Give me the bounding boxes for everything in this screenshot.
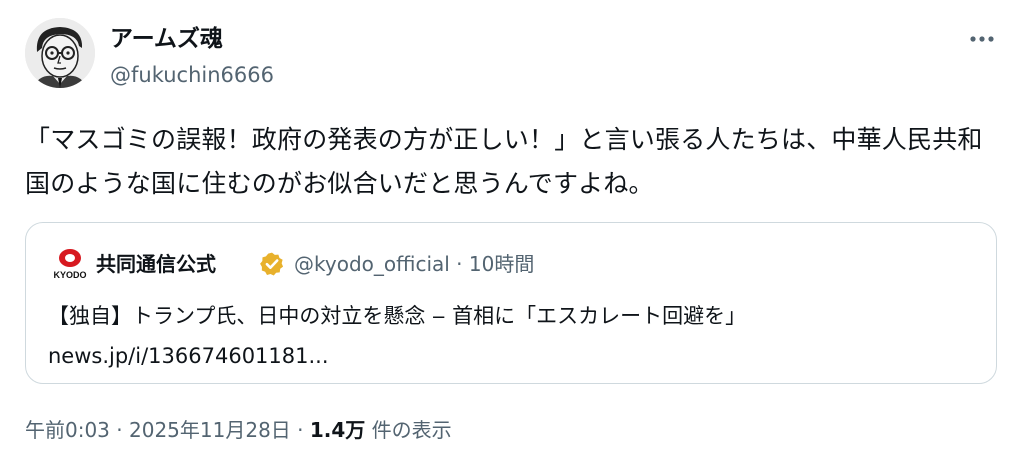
more-options-button[interactable]: [962, 25, 1002, 53]
quoted-post-text: 【独自】トランプ氏、日中の対立を懸念 ‒ 首相に「エスカレート回避を」 news…: [48, 296, 978, 376]
quoted-author-name[interactable]: 共同通信公式: [96, 251, 216, 277]
post-footer: 午前0:03 · 2025年11月28日 · 1.4万 件の表示: [25, 416, 452, 444]
footer-separator: ·: [116, 418, 123, 442]
quoted-author-handle[interactable]: @kyodo_official: [294, 252, 450, 276]
post-time[interactable]: 午前0:03: [25, 418, 110, 442]
views-count[interactable]: 1.4万: [310, 418, 365, 442]
quoted-post[interactable]: KYODO 共同通信公式 @kyodo_official · 10時間 【独自】…: [25, 222, 997, 384]
quoted-link[interactable]: news.jp/i/136674601181...: [48, 336, 978, 376]
author-handle[interactable]: @fukuchin6666: [110, 62, 274, 88]
post-text: 「マスゴミの誤報！政府の発表の方が正しい！」と言い張る人たちは、中華人民共和国の…: [25, 125, 983, 198]
views-label[interactable]: 件の表示: [372, 418, 452, 442]
verified-badge-icon: [259, 251, 285, 277]
quoted-headline: 【独自】トランプ氏、日中の対立を懸念 ‒ 首相に「エスカレート回避を」: [48, 304, 747, 328]
post-card: アームズ魂 @fukuchin6666 「マスゴミの誤報！政府の発表の方が正しい…: [0, 0, 1025, 473]
quoted-meta: @kyodo_official · 10時間: [294, 251, 534, 277]
quoted-post-time[interactable]: 10時間: [469, 252, 534, 276]
footer-separator: ·: [297, 418, 304, 442]
avatar[interactable]: [25, 18, 95, 88]
post-date[interactable]: 2025年11月28日: [129, 418, 291, 442]
author-display-name[interactable]: アームズ魂: [110, 25, 223, 53]
meta-separator: ·: [456, 252, 463, 276]
kyodo-logo-icon: KYODO: [50, 243, 90, 283]
svg-text:KYODO: KYODO: [53, 270, 86, 280]
avatar-illustration: [25, 18, 95, 88]
more-dots-icon: [970, 36, 994, 42]
